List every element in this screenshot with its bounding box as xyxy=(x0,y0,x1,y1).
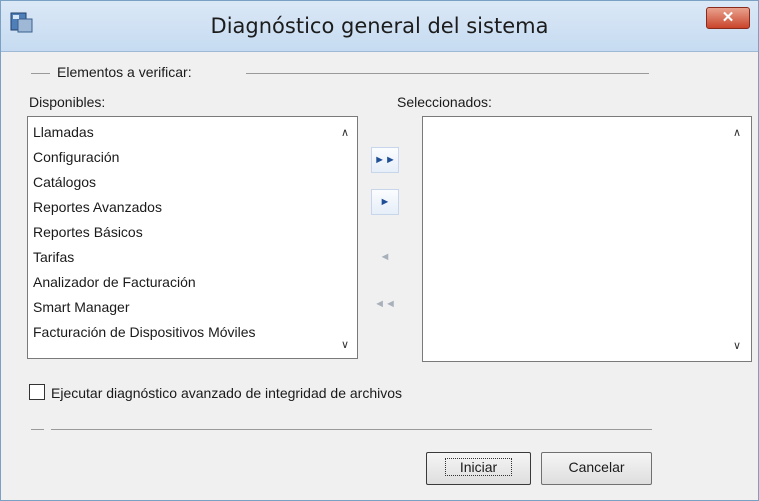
list-item[interactable]: Smart Manager xyxy=(28,295,338,320)
list-item[interactable]: Tarifas xyxy=(28,245,338,270)
list-item[interactable]: Reportes Avanzados xyxy=(28,195,338,220)
start-button[interactable]: Iniciar xyxy=(426,452,531,485)
scroll-up-icon[interactable]: ∧ xyxy=(337,125,353,141)
integrity-checkbox[interactable] xyxy=(29,384,45,400)
list-item[interactable]: Facturación de Dispositivos Móviles xyxy=(28,320,338,345)
close-button[interactable]: ✕ xyxy=(706,7,750,29)
separator xyxy=(51,429,652,430)
list-item[interactable]: Reportes Básicos xyxy=(28,220,338,245)
separator-left xyxy=(31,429,44,430)
list-item[interactable]: Llamadas xyxy=(28,120,338,145)
scroll-down-icon[interactable]: ∨ xyxy=(729,338,745,354)
integrity-checkbox-label[interactable]: Ejecutar diagnóstico avanzado de integri… xyxy=(51,385,402,401)
available-listbox[interactable]: Llamadas Configuración Catálogos Reporte… xyxy=(27,116,358,359)
group-line-left xyxy=(31,73,50,74)
selected-listbox[interactable]: ∧ ∨ xyxy=(422,116,752,362)
add-one-button[interactable]: ► xyxy=(371,189,399,215)
group-line-right xyxy=(246,73,649,74)
list-item[interactable]: Catálogos xyxy=(28,170,338,195)
list-item[interactable]: Configuración xyxy=(28,145,338,170)
app-icon xyxy=(10,12,33,33)
available-label: Disponibles: xyxy=(29,94,106,110)
cancel-button[interactable]: Cancelar xyxy=(541,452,652,485)
scroll-down-icon[interactable]: ∨ xyxy=(337,337,353,353)
title-bar[interactable]: Diagnóstico general del sistema ✕ xyxy=(1,1,758,52)
window-title: Diagnóstico general del sistema xyxy=(210,14,549,38)
remove-all-button[interactable]: ◄◄ xyxy=(371,292,399,318)
group-title: Elementos a verificar: xyxy=(57,64,192,80)
remove-one-button[interactable]: ◄ xyxy=(371,245,399,271)
start-button-label: Iniciar xyxy=(444,458,513,476)
selected-label: Seleccionados: xyxy=(397,94,492,110)
add-all-button[interactable]: ►► xyxy=(371,147,399,173)
list-item[interactable]: Analizador de Facturación xyxy=(28,270,338,295)
scroll-up-icon[interactable]: ∧ xyxy=(729,125,745,141)
dialog-window: Diagnóstico general del sistema ✕ Elemen… xyxy=(0,0,759,501)
